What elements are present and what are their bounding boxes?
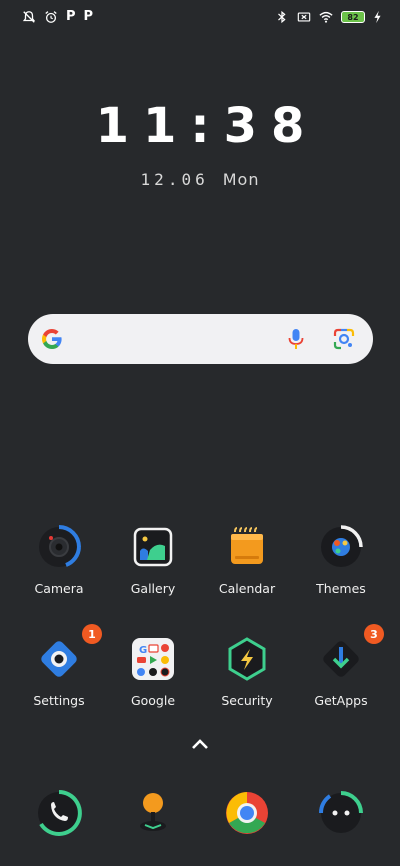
sim-none-icon — [297, 12, 311, 22]
google-folder-icon: G — [132, 638, 174, 680]
notifications-off-icon — [22, 11, 36, 23]
app-label: Themes — [316, 581, 366, 596]
app-settings[interactable]: 1 Settings — [14, 624, 104, 708]
p-app-icon: P — [83, 9, 94, 24]
app-label: Settings — [33, 693, 85, 708]
calendar-icon — [231, 527, 263, 564]
status-left-icons: P P — [22, 10, 93, 24]
charging-icon — [374, 10, 381, 24]
phone-icon[interactable] — [34, 788, 84, 838]
app-camera[interactable]: Camera — [14, 524, 104, 596]
clock-date[interactable]: 12.06 Mon — [0, 170, 400, 189]
app-calendar[interactable]: Calendar — [202, 524, 292, 596]
app-label: Gallery — [130, 581, 176, 596]
google-g-icon — [42, 329, 62, 349]
messages-icon[interactable] — [316, 788, 366, 838]
app-label: Camera — [34, 581, 84, 596]
battery-level: 82 — [347, 12, 359, 22]
app-getapps[interactable]: 3 GetApps — [296, 624, 386, 708]
status-right-icons: 82 — [275, 10, 382, 24]
app-google-folder[interactable]: G Google — [108, 636, 198, 708]
google-search-bar[interactable] — [28, 314, 373, 364]
app-themes[interactable]: Themes — [296, 524, 386, 596]
notification-badge: 1 — [82, 624, 102, 644]
bluetooth-icon — [278, 10, 286, 24]
mic-icon[interactable] — [287, 328, 305, 350]
chrome-icon[interactable] — [222, 788, 272, 838]
app-label: Security — [221, 693, 273, 708]
messenger-icon[interactable] — [128, 788, 178, 838]
battery-icon: 82 — [341, 11, 365, 23]
app-security[interactable]: Security — [202, 636, 292, 708]
alarm-icon — [45, 11, 57, 23]
notification-badge: 3 — [364, 624, 384, 644]
p-app-icon: P — [66, 9, 76, 24]
clock-time[interactable]: 11:38 — [0, 98, 400, 154]
google-lens-icon[interactable] — [333, 328, 355, 350]
status-bar: P P 82 — [0, 0, 400, 36]
weekday: Mon — [222, 170, 260, 189]
app-label: Google — [130, 693, 176, 708]
app-gallery[interactable]: Gallery — [108, 524, 198, 596]
gallery-icon — [133, 527, 173, 567]
themes-icon — [321, 525, 363, 567]
getapps-icon — [323, 641, 359, 677]
wifi-icon — [319, 11, 333, 23]
app-label: Calendar — [218, 581, 276, 596]
camera-icon — [39, 525, 81, 567]
chevron-up-icon[interactable] — [191, 738, 209, 750]
settings-icon — [41, 641, 77, 677]
date-digits: 12.06 — [140, 170, 209, 189]
app-label: GetApps — [314, 693, 368, 708]
security-icon — [228, 637, 266, 681]
svg-text:G: G — [139, 645, 147, 656]
